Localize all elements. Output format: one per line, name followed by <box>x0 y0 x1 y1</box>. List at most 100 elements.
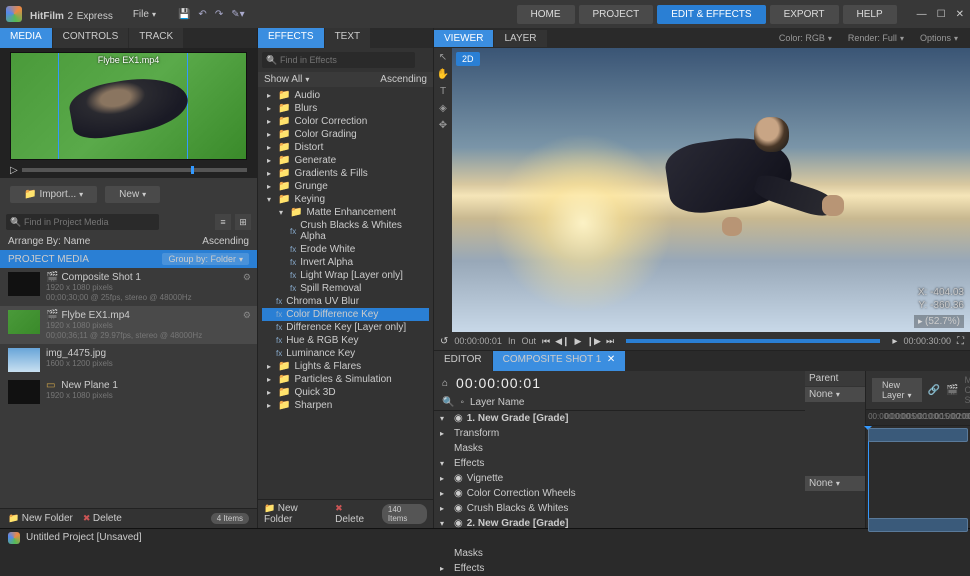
comp-icon[interactable]: 🎬 <box>946 385 958 396</box>
list-view-icon[interactable]: ≡ <box>215 214 231 230</box>
tree-leaf[interactable]: fxInvert Alpha <box>262 256 429 269</box>
transport-slider[interactable] <box>626 339 880 343</box>
render-mode-dropdown[interactable]: Render: Full <box>842 31 910 45</box>
nav-home[interactable]: HOME <box>517 5 575 24</box>
tree-node[interactable]: ▸📁Generate <box>262 154 429 167</box>
2d-badge[interactable]: 2D <box>456 52 480 66</box>
media-item[interactable]: ▭ New Plane 11920 x 1080 pixels <box>0 376 257 408</box>
tree-node[interactable]: ▾📁Keying <box>262 193 429 206</box>
tree-node[interactable]: ▸📁Blurs <box>262 102 429 115</box>
goto-start-icon[interactable]: ⏮ <box>542 336 550 347</box>
preview-play-icon[interactable]: ▷ <box>10 165 18 176</box>
hand-tool-icon[interactable]: ✋ <box>437 69 449 80</box>
viewer-options-dropdown[interactable]: Options <box>914 31 964 45</box>
link-icon[interactable]: 🔗 <box>928 385 940 396</box>
layer-row[interactable]: ▸Effects <box>434 561 805 576</box>
layer-row[interactable]: ▸Transform <box>434 426 805 441</box>
mask-tool-icon[interactable]: ◈ <box>439 103 447 114</box>
minimize-icon[interactable]: — <box>917 9 927 20</box>
close-icon[interactable]: ✕ <box>956 9 964 20</box>
parent-dropdown[interactable]: None <box>805 387 865 402</box>
media-search-input[interactable] <box>6 214 159 230</box>
layer-row[interactable]: ▸◉ Crush Blacks & Whites <box>434 501 805 516</box>
tab-track[interactable]: TRACK <box>129 28 184 48</box>
delete-button[interactable]: ✖ Delete <box>83 513 122 524</box>
in-label[interactable]: In <box>508 336 516 346</box>
tree-leaf[interactable]: fxSpill Removal <box>262 282 429 295</box>
pointer-tool-icon[interactable]: ↖ <box>439 52 447 63</box>
grid-view-icon[interactable]: ⊞ <box>235 214 251 230</box>
tree-leaf[interactable]: fxCrush Blacks & Whites Alpha <box>262 219 429 243</box>
tree-leaf-selected[interactable]: fxColor Difference Key <box>262 308 429 321</box>
layer-row[interactable]: ▸◉ Color Correction Wheels <box>434 486 805 501</box>
tree-node[interactable]: ▸📁Color Correction <box>262 115 429 128</box>
tree-node[interactable]: ▸📁Sharpen <box>262 399 429 412</box>
tl-search-icon[interactable]: 🔍 <box>442 397 454 408</box>
redo-icon[interactable]: ↷ <box>215 9 223 20</box>
tree-leaf[interactable]: fxDifference Key [Layer only] <box>262 321 429 334</box>
tree-leaf[interactable]: fxLuminance Key <box>262 347 429 360</box>
media-item[interactable]: 🎬Flybe EX1.mp41920 x 1080 pixels00;00;36… <box>0 306 257 344</box>
maximize-icon[interactable]: ☐ <box>937 9 946 20</box>
tree-node[interactable]: ▸📁Grunge <box>262 180 429 193</box>
tab-composite-shot[interactable]: COMPOSITE SHOT 1 ✕ <box>493 351 627 371</box>
tab-media[interactable]: MEDIA <box>0 28 53 48</box>
tree-leaf[interactable]: fxHue & RGB Key <box>262 334 429 347</box>
tab-layer[interactable]: LAYER <box>494 30 547 47</box>
effects-search-input[interactable] <box>262 52 415 68</box>
tree-node[interactable]: ▸📁Distort <box>262 141 429 154</box>
nav-edit-effects[interactable]: EDIT & EFFECTS <box>657 5 765 24</box>
clip[interactable] <box>868 518 968 532</box>
nav-project[interactable]: PROJECT <box>579 5 654 24</box>
gear-icon[interactable]: ⚙ <box>243 272 251 283</box>
text-tool-icon[interactable]: T <box>440 86 446 97</box>
media-preview[interactable]: Flybe EX1.mp4 <box>10 52 247 160</box>
effects-sort[interactable]: Ascending <box>380 74 427 85</box>
tree-node[interactable]: ▸📁Audio <box>262 89 429 102</box>
effects-delete[interactable]: ✖ Delete <box>335 503 372 525</box>
tab-text[interactable]: TEXT <box>325 28 372 48</box>
brush-icon[interactable]: ✎▾ <box>231 9 244 20</box>
out-label[interactable]: Out <box>521 336 536 346</box>
tree-leaf[interactable]: fxLight Wrap [Layer only] <box>262 269 429 282</box>
clip[interactable] <box>868 428 968 442</box>
tc-step-icon[interactable]: ▸ <box>892 336 897 347</box>
layer-row[interactable]: Masks <box>434 546 805 561</box>
fullscreen-icon[interactable]: ⛶ <box>957 336 964 347</box>
color-mode-dropdown[interactable]: Color: RGB <box>773 31 838 45</box>
move-tool-icon[interactable]: ✥ <box>439 120 447 131</box>
new-button[interactable]: New <box>105 186 160 203</box>
import-button[interactable]: 📁Import... <box>10 186 97 203</box>
tab-controls[interactable]: CONTROLS <box>53 28 130 48</box>
tree-node[interactable]: ▸📁Quick 3D <box>262 386 429 399</box>
tree-node[interactable]: ▾📁Matte Enhancement <box>262 206 429 219</box>
loop-icon[interactable]: ↺ <box>440 336 448 347</box>
timeline-ruler[interactable]: 00:00:00:00 00:00:05:00 00:00:10:00 00:0… <box>866 410 970 426</box>
effects-filter-dropdown[interactable]: Show All <box>264 74 309 85</box>
layer-row[interactable]: Masks <box>434 441 805 456</box>
tree-node[interactable]: ▸📁Color Grading <box>262 128 429 141</box>
file-menu[interactable]: File <box>127 7 162 22</box>
timeline-timecode[interactable]: 00:00:00:01 <box>456 375 541 391</box>
new-folder-button[interactable]: 📁 New Folder <box>8 513 73 524</box>
sort-ascending[interactable]: Ascending <box>202 236 249 247</box>
arrange-by[interactable]: Arrange By: Name <box>8 236 90 247</box>
save-icon[interactable]: 💾 <box>178 9 190 20</box>
tab-effects[interactable]: EFFECTS <box>258 28 325 48</box>
nav-help[interactable]: HELP <box>843 5 897 24</box>
undo-icon[interactable]: ↶ <box>198 9 206 20</box>
tree-node[interactable]: ▸📁Gradients & Fills <box>262 167 429 180</box>
parent-dropdown[interactable]: None <box>805 476 865 491</box>
tree-leaf[interactable]: fxChroma UV Blur <box>262 295 429 308</box>
tl-home-icon[interactable]: ⌂ <box>442 378 448 389</box>
tree-node[interactable]: ▸📁Lights & Flares <box>262 360 429 373</box>
preview-scrubber[interactable] <box>22 168 247 172</box>
layer-row[interactable]: ▸◉ Vignette <box>434 471 805 486</box>
media-item[interactable]: img_4475.jpg1600 x 1200 pixels <box>0 344 257 376</box>
effects-new-folder[interactable]: 📁 New Folder <box>264 503 325 525</box>
tree-node[interactable]: ▸📁Particles & Simulation <box>262 373 429 386</box>
step-forward-icon[interactable]: ❙▶ <box>586 336 600 347</box>
layer-row[interactable]: ▾Effects <box>434 456 805 471</box>
step-back-icon[interactable]: ◀❙ <box>555 336 569 347</box>
tab-viewer[interactable]: VIEWER <box>434 30 494 47</box>
